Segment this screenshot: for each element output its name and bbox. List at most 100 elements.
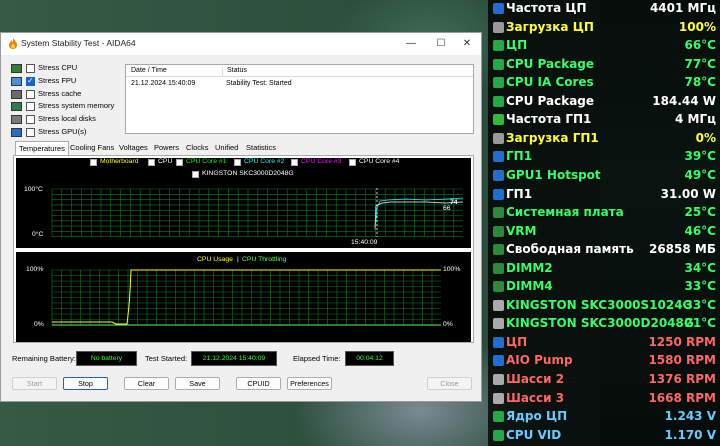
sensor-icon	[493, 188, 504, 200]
osd-sensor-row: DIMM4 33°C	[488, 278, 720, 297]
osd-sensor-row: ЦП 1250 RPM	[488, 334, 720, 353]
sensor-icon	[493, 318, 504, 330]
legend-core1-checkbox[interactable]	[176, 159, 183, 166]
stress-option-row[interactable]: Stress system memory	[11, 101, 121, 113]
tab-temperatures[interactable]: Temperatures	[15, 141, 69, 155]
osd-sensor-label: CPU VID	[506, 427, 562, 442]
tab-voltages[interactable]: Voltages	[119, 141, 148, 155]
osd-sensor-row: Частота ГП1 4 МГц	[488, 111, 720, 130]
row-datetime: 21.12.2024 15:40:09	[131, 80, 196, 87]
memory-icon	[11, 102, 22, 112]
stress-option-row[interactable]: Stress CPU	[11, 63, 121, 75]
gpu-icon	[11, 128, 22, 137]
stress-option-row[interactable]: Stress cache	[11, 89, 121, 101]
cpu-usage-graph: CPU Usage | CPU Throttling 100% 0% 100% …	[16, 252, 471, 342]
legend-kingston: KINGSTON SKC3000D2048G	[202, 170, 294, 177]
start-button[interactable]: Start	[12, 377, 57, 390]
osd-sensor-row: Свободная память 26858 МБ	[488, 241, 720, 260]
legend-motherboard-checkbox[interactable]	[90, 159, 97, 166]
col-datetime[interactable]: Date / Time	[131, 67, 167, 74]
osd-sensor-value: 1.243 V	[664, 409, 716, 424]
osd-sensor-value: 1580 RPM	[648, 353, 716, 368]
tab-powers[interactable]: Powers	[154, 141, 179, 155]
sensor-icon	[493, 411, 504, 423]
osd-sensor-value: 66°C	[684, 38, 716, 53]
usage-axis-bottom-left: 0%	[34, 321, 44, 328]
osd-sensor-value: 31.00 W	[660, 186, 716, 201]
osd-sensor-value: 4 МГц	[674, 112, 716, 127]
cpu-usage-line	[52, 269, 441, 325]
sensor-icon	[493, 132, 504, 144]
stress-option-row[interactable]: Stress local disks	[11, 114, 121, 126]
cpuid-button[interactable]: CPUID	[236, 377, 281, 390]
osd-sensor-row: VRM 46°C	[488, 223, 720, 242]
sensor-icon	[493, 429, 504, 441]
stress-option-checkbox[interactable]	[26, 128, 35, 137]
tab-clocks[interactable]: Clocks	[186, 141, 209, 155]
preferences-button[interactable]: Preferences	[287, 377, 332, 390]
stop-button[interactable]: Stop	[63, 377, 108, 390]
save-button[interactable]: Save	[175, 377, 220, 390]
stability-test-window: System Stability Test - AIDA64 — ☐ ✕ Str…	[0, 32, 482, 402]
stress-option-checkbox[interactable]	[26, 102, 35, 112]
row-status: Stability Test: Started	[226, 80, 292, 87]
stress-option-label: Stress CPU	[38, 63, 78, 72]
sensor-icon	[493, 225, 504, 237]
cache-icon	[11, 89, 22, 99]
legend-core2-checkbox[interactable]	[234, 159, 241, 166]
osd-sensor-label: ГП1	[506, 186, 533, 201]
cpu-usage-graph-svg	[51, 269, 441, 326]
window-titlebar[interactable]: System Stability Test - AIDA64 — ☐ ✕	[1, 33, 481, 55]
stress-option-row[interactable]: Stress FPU	[11, 76, 121, 88]
osd-sensor-label: Загрузка ЦП	[506, 19, 594, 34]
legend-cpu-checkbox[interactable]	[148, 159, 155, 166]
osd-sensor-row: CPU IA Cores 78°C	[488, 74, 720, 93]
tab-statistics[interactable]: Statistics	[246, 141, 276, 155]
osd-sensor-value: 26858 МБ	[648, 242, 716, 257]
stress-option-label: Stress GPU(s)	[38, 127, 87, 136]
sensor-icon	[493, 95, 504, 107]
legend-core3: CPU Core #3	[301, 158, 342, 165]
usage-grid	[51, 269, 441, 326]
osd-sensor-row: ГП1 39°C	[488, 148, 720, 167]
osd-sensor-row: Загрузка ГП1 0%	[488, 130, 720, 149]
sensor-osd-panel: Частота ЦП 4401 МГц Загрузка ЦП 100% ЦП 66°C C…	[488, 0, 720, 446]
osd-sensor-label: Шасси 2	[506, 372, 565, 386]
stress-option-label: Stress local disks	[38, 114, 96, 124]
legend-kingston-checkbox[interactable]	[192, 171, 199, 178]
osd-sensor-row: CPU VID 1.170 V	[488, 427, 720, 446]
sensor-icon	[493, 151, 504, 163]
legend-core3-checkbox[interactable]	[291, 159, 298, 166]
usage-axis-top-left: 100%	[26, 266, 44, 273]
clear-button[interactable]: Clear	[124, 377, 169, 390]
tab-cooling-fans[interactable]: Cooling Fans	[70, 141, 114, 155]
battery-value: No battery	[76, 351, 137, 366]
legend-core4-checkbox[interactable]	[349, 159, 356, 166]
temp-value-66: 66	[443, 205, 451, 212]
legend-motherboard: Motherboard	[100, 158, 139, 165]
stress-option-checkbox[interactable]	[26, 64, 35, 73]
osd-sensor-row: Шасси 2 1376 RPM	[488, 371, 720, 390]
usage-axis-top-right: 100%	[443, 266, 461, 273]
aida64-flame-icon	[9, 38, 17, 49]
temp-legend: Motherboard CPU CPU Core #1 CPU Core #2 …	[16, 158, 471, 182]
table-row[interactable]: 21.12.2024 15:40:09 Stability Test: Star…	[126, 78, 473, 90]
tab-unified[interactable]: Unified	[215, 141, 238, 155]
close-button[interactable]: Close	[427, 377, 472, 390]
osd-sensor-row: AIO Pump 1580 RPM	[488, 352, 720, 371]
test-info-bar: Remaining Battery: No battery Test Start…	[1, 351, 481, 367]
osd-sensor-label: DIMM2	[506, 260, 553, 275]
usage-title-separator: |	[237, 256, 239, 263]
close-window-button[interactable]: ✕	[454, 35, 480, 53]
minimize-button[interactable]: —	[398, 35, 424, 53]
maximize-button[interactable]: ☐	[428, 35, 454, 53]
osd-sensor-value: 1250 RPM	[648, 334, 716, 349]
stress-option-checkbox[interactable]	[26, 89, 35, 99]
stress-option-checkbox[interactable]	[26, 115, 35, 125]
stress-option-checkbox[interactable]	[26, 76, 35, 86]
osd-sensor-row: Частота ЦП 4401 МГц	[488, 0, 720, 19]
osd-sensor-label: CPU Package	[506, 93, 595, 108]
stress-option-row[interactable]: Stress GPU(s)	[11, 127, 121, 139]
col-status[interactable]: Status	[222, 67, 247, 77]
sensor-icon	[493, 58, 504, 70]
